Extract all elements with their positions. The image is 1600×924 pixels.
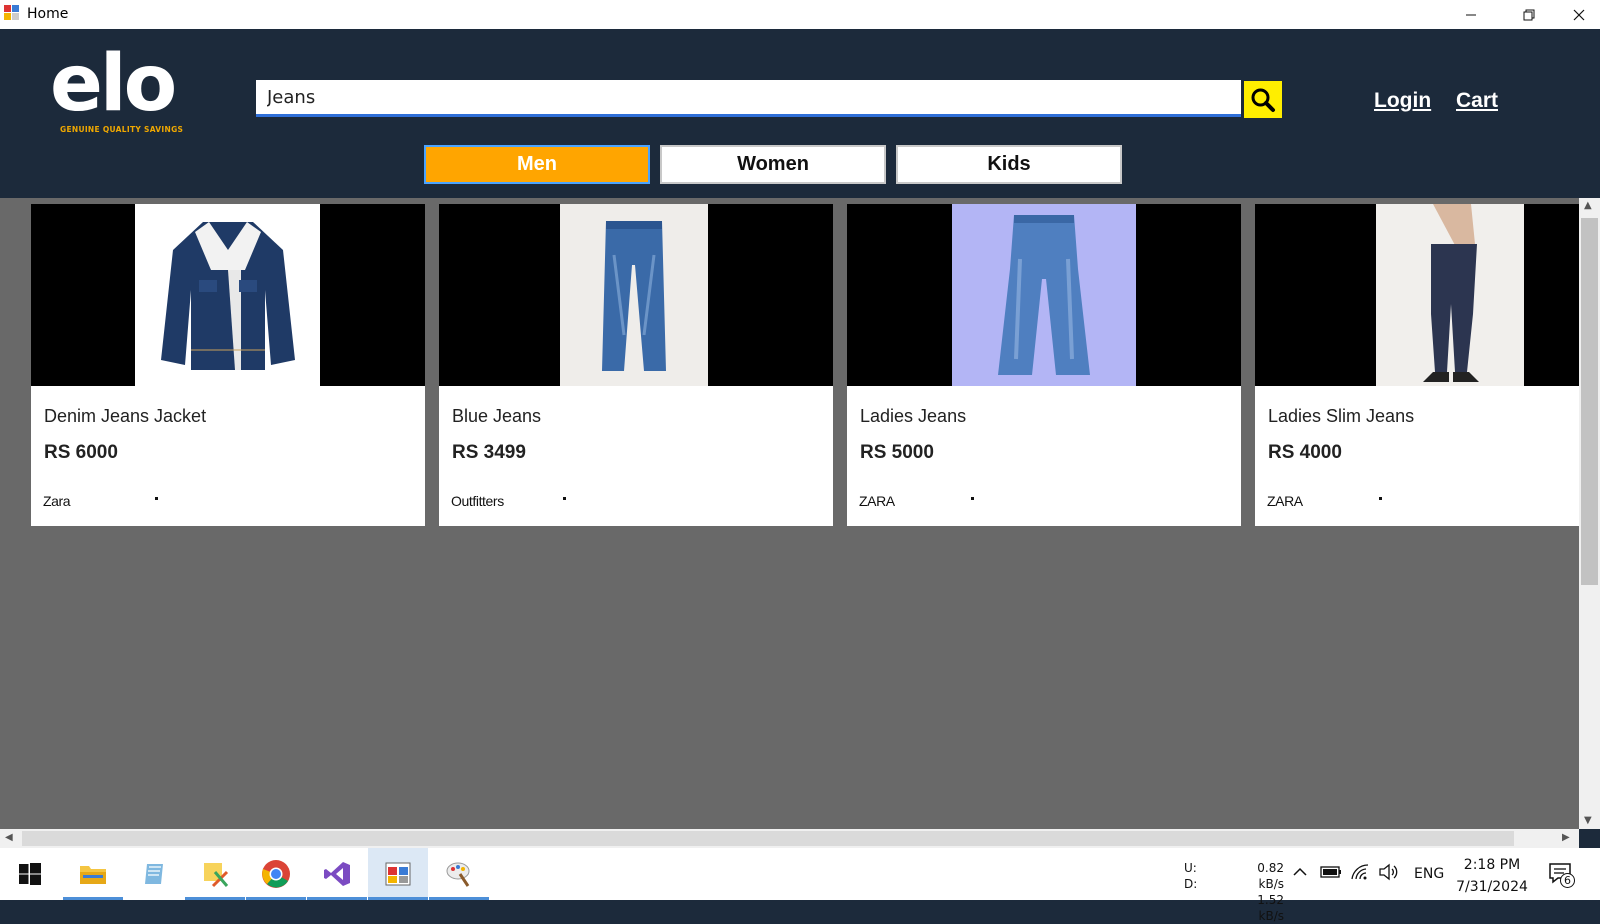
scroll-down-icon[interactable]: ▼ xyxy=(1584,815,1592,826)
product-name: Ladies Slim Jeans xyxy=(1268,406,1415,426)
scroll-left-icon[interactable]: ◀ xyxy=(5,832,13,843)
product-name: Blue Jeans xyxy=(452,406,542,426)
vertical-scroll-thumb[interactable] xyxy=(1581,218,1598,585)
window-title: Home xyxy=(27,6,69,22)
snipping-tool-taskbar-item[interactable] xyxy=(185,848,245,900)
speaker-icon xyxy=(1379,863,1398,881)
separator-dot xyxy=(563,497,566,500)
product-image[interactable] xyxy=(439,204,833,386)
product-brand: Zara xyxy=(43,493,71,509)
chrome-taskbar-item[interactable] xyxy=(246,848,306,900)
visual-studio-icon xyxy=(324,862,350,886)
search-button[interactable] xyxy=(1244,81,1282,118)
product-price: RS 6000 xyxy=(44,442,118,463)
close-button[interactable] xyxy=(1558,0,1600,29)
category-men-button[interactable]: Men xyxy=(424,145,650,184)
ladies-slim-jeans-image xyxy=(1376,204,1524,386)
product-price: RS 4000 xyxy=(1268,442,1342,463)
product-card[interactable]: Ladies Slim Jeans RS 4000 ZARA xyxy=(1255,204,1579,526)
notepad-icon xyxy=(145,864,163,884)
product-brand: ZARA xyxy=(1267,493,1303,509)
cart-link[interactable]: Cart xyxy=(1456,89,1498,113)
home-app-taskbar-item[interactable] xyxy=(368,848,428,900)
notification-count-badge: 6 xyxy=(1560,873,1575,888)
network-speed: 0.82 kB/s 1.52 kB/s xyxy=(1232,860,1284,923)
minimize-button[interactable] xyxy=(1442,0,1500,29)
close-icon xyxy=(1573,9,1585,20)
category-kids-button[interactable]: Kids xyxy=(896,145,1122,184)
restore-button[interactable] xyxy=(1500,0,1558,29)
minimize-icon xyxy=(1466,14,1476,15)
wifi-icon xyxy=(1351,864,1369,880)
net-down-speed: 1.52 kB/s xyxy=(1257,893,1284,923)
chrome-icon xyxy=(262,860,290,888)
start-button[interactable] xyxy=(0,848,60,900)
product-brand: ZARA xyxy=(859,493,895,509)
denim-jacket-image xyxy=(135,204,320,386)
product-grid: Denim Jeans Jacket RS 6000 Zara Blue Jea… xyxy=(0,198,1579,829)
visual-studio-taskbar-item[interactable] xyxy=(307,848,367,900)
vertical-scrollbar[interactable]: ▲ ▼ xyxy=(1579,198,1600,829)
snipping-tool-icon xyxy=(204,863,229,888)
product-name: Denim Jeans Jacket xyxy=(44,406,207,426)
product-card[interactable]: Blue Jeans RS 3499 Outfitters xyxy=(439,204,833,526)
separator-dot xyxy=(155,497,158,500)
battery-button[interactable] xyxy=(1320,864,1342,916)
net-down-label: D: xyxy=(1184,877,1198,891)
app-header: elo GENUINE QUALITY SAVINGS Login Cart M… xyxy=(0,29,1600,198)
ladies-jeans-image xyxy=(952,204,1136,386)
network-speed-labels: U: D: xyxy=(1184,860,1197,912)
clock-time: 2:18 PM xyxy=(1463,857,1521,873)
separator-dot xyxy=(1379,497,1382,500)
product-image[interactable] xyxy=(1255,204,1579,386)
product-card[interactable]: Ladies Jeans RS 5000 ZARA xyxy=(847,204,1241,526)
logo[interactable]: elo GENUINE QUALITY SAVINGS xyxy=(50,39,190,137)
product-name: Ladies Jeans xyxy=(860,406,967,426)
taskbar: U: D: 0.82 kB/s 1.52 kB/s ENG 2:18 PM 7/… xyxy=(0,848,1600,923)
volume-button[interactable] xyxy=(1378,863,1400,915)
logo-text: elo xyxy=(50,39,177,129)
product-brand: Outfitters xyxy=(451,493,504,509)
battery-icon xyxy=(1320,866,1341,878)
search-input[interactable] xyxy=(256,80,1241,114)
file-explorer-taskbar-item[interactable] xyxy=(63,848,123,900)
paint-icon xyxy=(446,862,470,887)
language-indicator[interactable]: ENG xyxy=(1414,866,1444,918)
clock-date: 7/31/2024 xyxy=(1456,879,1528,895)
clock[interactable]: 2:18 PM 7/31/2024 xyxy=(1452,854,1532,906)
show-hidden-icons-button[interactable] xyxy=(1292,864,1308,916)
category-women-button[interactable]: Women xyxy=(660,145,886,184)
product-image[interactable] xyxy=(31,204,425,386)
wifi-button[interactable] xyxy=(1350,863,1370,915)
blue-jeans-image xyxy=(560,204,708,386)
home-app-icon xyxy=(385,862,411,886)
start-icon xyxy=(19,863,41,885)
horizontal-scrollbar[interactable]: ◀ ▶ xyxy=(0,829,1579,848)
net-up-speed: 0.82 kB/s xyxy=(1257,861,1284,891)
scroll-up-icon[interactable]: ▲ xyxy=(1584,200,1592,211)
product-price: RS 3499 xyxy=(452,442,526,463)
restore-icon xyxy=(1523,9,1535,20)
paint-taskbar-item[interactable] xyxy=(429,848,489,900)
net-up-label: U: xyxy=(1184,861,1197,875)
scroll-right-icon[interactable]: ▶ xyxy=(1562,832,1570,843)
notepad-taskbar-item[interactable] xyxy=(124,848,184,900)
notification-center-button[interactable]: 6 xyxy=(1548,861,1575,913)
product-price: RS 5000 xyxy=(860,442,934,463)
login-link[interactable]: Login xyxy=(1374,89,1431,113)
app-icon xyxy=(4,5,20,21)
product-image[interactable] xyxy=(847,204,1241,386)
file-explorer-icon xyxy=(80,866,106,884)
logo-tagline: GENUINE QUALITY SAVINGS xyxy=(60,125,184,134)
window-title-bar: Home xyxy=(0,0,1600,29)
chevron-up-icon xyxy=(1293,867,1307,876)
separator-dot xyxy=(971,497,974,500)
search-icon xyxy=(1251,88,1275,112)
product-card[interactable]: Denim Jeans Jacket RS 6000 Zara xyxy=(31,204,425,526)
search-box xyxy=(256,80,1241,117)
horizontal-scroll-thumb[interactable] xyxy=(22,831,1514,846)
